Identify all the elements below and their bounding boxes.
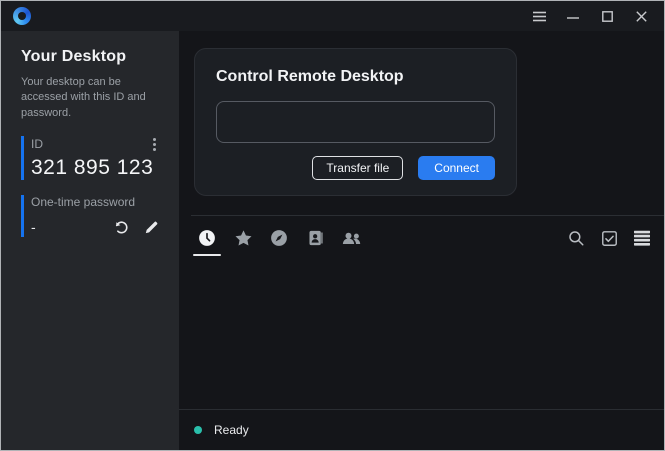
close-button[interactable] [628, 4, 654, 28]
statusbar: Ready [179, 410, 664, 450]
status-text: Ready [214, 423, 249, 437]
search-icon[interactable] [566, 228, 586, 248]
one-time-password-section: One-time password - [21, 195, 161, 237]
connect-buttons-row: Transfer file Connect [216, 156, 495, 180]
kebab-menu-icon[interactable] [147, 136, 161, 152]
app-window: Your Desktop Your desktop can be accesse… [0, 0, 665, 451]
connect-card-title: Control Remote Desktop [216, 68, 495, 86]
transfer-file-button[interactable]: Transfer file [312, 156, 403, 180]
refresh-password-icon[interactable] [111, 217, 131, 237]
tab-discovered[interactable] [270, 229, 288, 247]
titlebar [1, 1, 664, 31]
tab-recent-sessions[interactable] [198, 229, 216, 247]
list-view-icon[interactable] [632, 228, 652, 248]
app-logo-icon [13, 7, 31, 25]
tab-favorites[interactable] [234, 229, 252, 248]
minimize-button[interactable] [560, 4, 586, 28]
address-book-icon [307, 229, 324, 247]
one-time-password-label: One-time password [31, 195, 161, 209]
app-logo-icon-hole [18, 12, 26, 20]
tab-group[interactable] [342, 229, 360, 247]
desktop-id-value: 321 895 123 [31, 156, 161, 180]
select-checkbox-icon[interactable] [599, 228, 619, 248]
session-list-area [179, 260, 664, 409]
hamburger-menu-icon[interactable] [526, 4, 552, 28]
one-time-password-value: - [31, 219, 101, 235]
remote-id-input[interactable] [216, 101, 495, 143]
clock-icon [198, 229, 216, 247]
maximize-button[interactable] [594, 4, 620, 28]
main-panel: Control Remote Desktop Transfer file Con… [179, 31, 664, 450]
star-icon [234, 229, 253, 248]
connect-button[interactable]: Connect [418, 156, 495, 180]
control-remote-desktop-card: Control Remote Desktop Transfer file Con… [194, 48, 517, 196]
active-tab-underline [193, 254, 221, 256]
id-label: ID [31, 137, 43, 151]
edit-password-icon[interactable] [141, 217, 161, 237]
sidebar-description: Your desktop can be accessed with this I… [21, 75, 161, 121]
sidebar-title: Your Desktop [21, 48, 161, 66]
status-dot [194, 426, 202, 434]
app-body: Your Desktop Your desktop can be accesse… [1, 31, 664, 450]
compass-icon [270, 229, 288, 247]
sidebar: Your Desktop Your desktop can be accesse… [1, 31, 179, 450]
session-tabs-bar [179, 216, 664, 260]
id-section: ID 321 895 123 [21, 136, 161, 180]
group-icon [341, 229, 362, 247]
tab-address-book[interactable] [306, 229, 324, 247]
